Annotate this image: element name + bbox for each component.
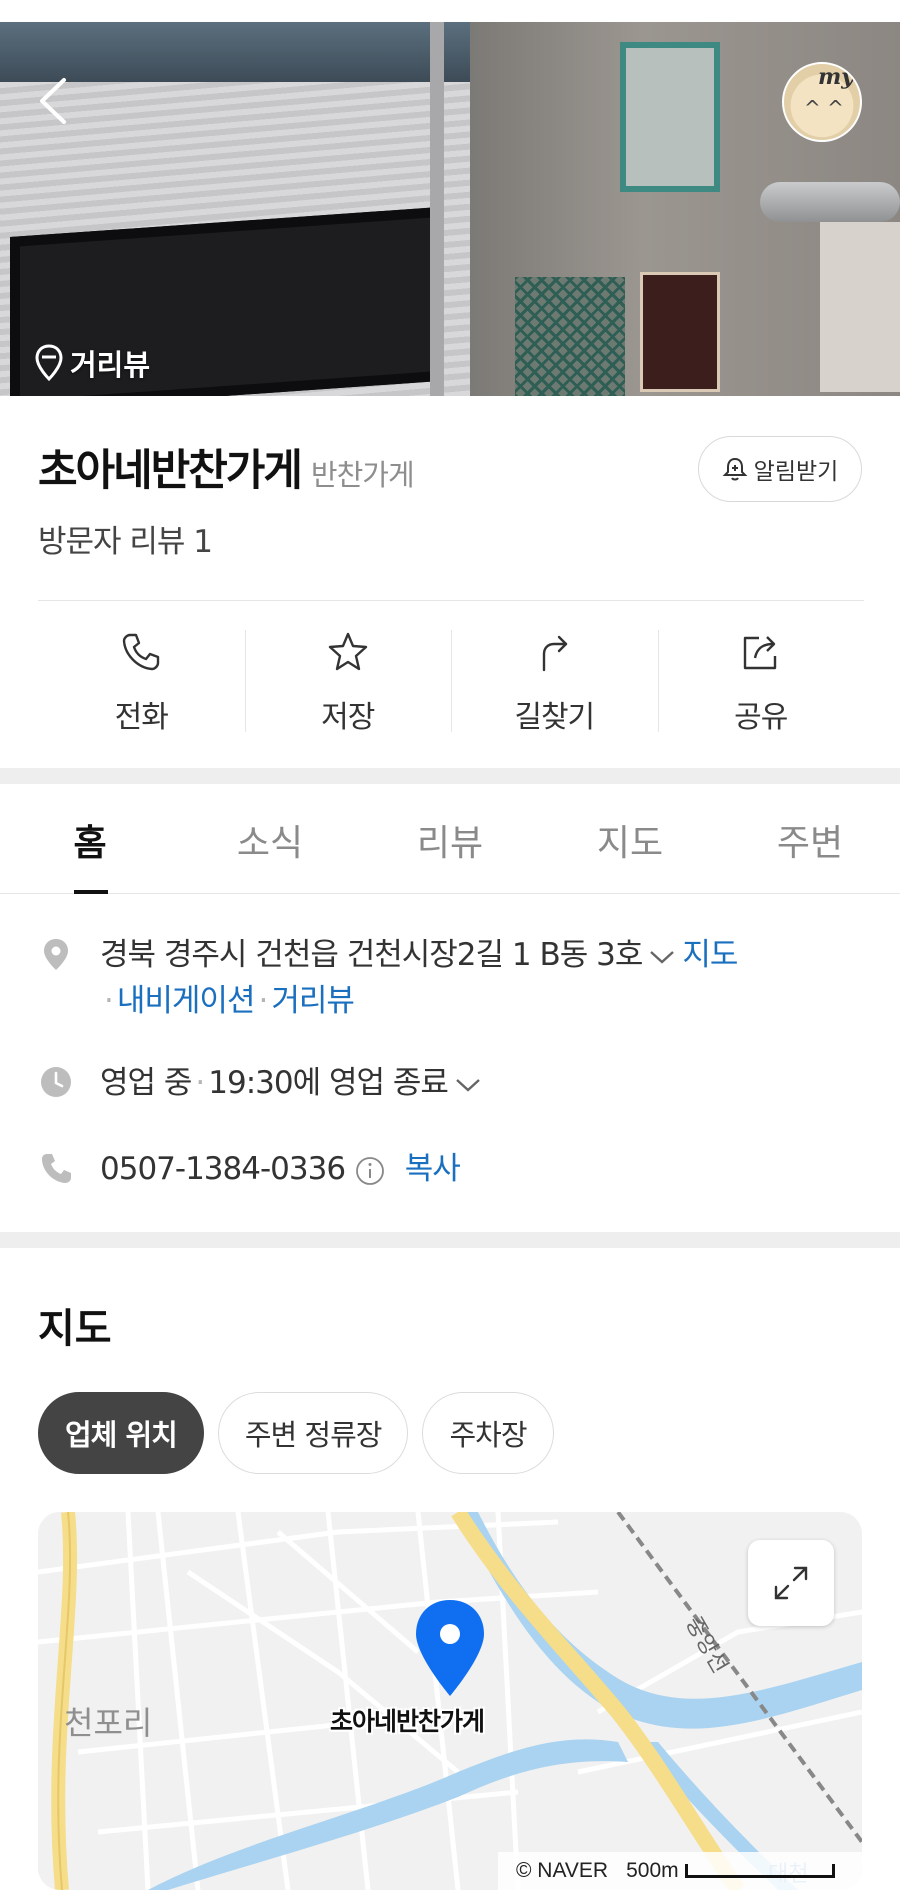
address-row: 경북 경주시 건천읍 건천시장2길 1 B동 3호 지도 · 내비게이션 · 거리뷰: [38, 932, 864, 1032]
save-button[interactable]: 저장: [244, 626, 452, 736]
phone-row: 0507-1384-0336 복사: [38, 1146, 864, 1196]
map-village-label: 천포리: [64, 1704, 153, 1742]
tab-bar: 홈 소식 리뷰 지도 주변: [0, 786, 900, 894]
directions-icon: [543, 635, 568, 672]
naver-credit: © NAVER: [516, 1859, 609, 1882]
directions-button[interactable]: 길찾기: [451, 626, 658, 736]
photo-window-frame: [620, 42, 720, 192]
alarm-label: 알림받기: [753, 459, 839, 485]
status-bar: [0, 0, 900, 22]
tab-home[interactable]: 홈: [0, 786, 180, 894]
back-button[interactable]: [34, 74, 74, 128]
clock-icon: [41, 1067, 71, 1097]
dot-separator: ·: [104, 983, 114, 1019]
tab-map[interactable]: 지도: [540, 786, 720, 893]
share-icon: [743, 636, 776, 670]
hours-status: 영업 중: [100, 1065, 192, 1101]
divider: [38, 600, 864, 601]
hero-photo[interactable]: my ^ ^ 거리뷰: [0, 22, 900, 396]
alarm-button[interactable]: 알림받기: [698, 436, 862, 502]
streetview-link[interactable]: 거리뷰: [271, 983, 355, 1019]
hours-detail: 19:30에 영업 종료: [208, 1065, 449, 1101]
map-view[interactable]: 천포리 중앙선 초아네반찬가게 대천 © NAVER 500m: [38, 1512, 862, 1890]
map-filter-chips: 업체 위치 주변 정류장 주차장: [38, 1392, 554, 1474]
map-pin-icon[interactable]: [412, 1598, 488, 1698]
dot-separator: ·: [195, 1065, 205, 1101]
directions-label: 길찾기: [514, 700, 595, 735]
dot-separator: ·: [258, 983, 268, 1019]
phone-number[interactable]: 0507-1384-0336: [100, 1151, 346, 1187]
photo-shop: [820, 222, 900, 392]
map-section-title: 지도: [38, 1306, 112, 1352]
section-separator: [0, 768, 900, 784]
address-map-link[interactable]: 지도: [682, 937, 738, 973]
streetview-button[interactable]: 거리뷰: [34, 342, 150, 384]
hours-row[interactable]: 영업 중 · 19:30에 영업 종료: [38, 1060, 864, 1110]
section-separator: [0, 1232, 900, 1248]
expand-icon: [774, 1566, 808, 1600]
bell-plus-icon: [722, 457, 748, 481]
visitor-review-count[interactable]: 방문자 리뷰 1: [38, 516, 213, 561]
place-name: 초아네반찬가게: [38, 446, 303, 496]
tab-reviews[interactable]: 리뷰: [360, 786, 540, 893]
photo-pipe: [760, 182, 900, 222]
my-avatar[interactable]: my ^ ^: [782, 62, 862, 142]
photo-pole: [430, 22, 444, 396]
avatar-face-icon: ^ ^: [804, 96, 844, 120]
pin-outline-icon: [35, 344, 63, 382]
map-pin-label: 초아네반찬가게: [330, 1707, 485, 1736]
navigation-link[interactable]: 내비게이션: [117, 983, 256, 1019]
info-icon[interactable]: [354, 1155, 386, 1187]
chevron-down-icon[interactable]: [454, 1076, 482, 1094]
star-icon: [328, 632, 367, 671]
tab-news[interactable]: 소식: [180, 786, 360, 893]
action-row: 전화 저장 길찾기 공유: [38, 626, 864, 736]
streetview-label: 거리뷰: [70, 348, 151, 382]
share-button[interactable]: 공유: [657, 626, 865, 736]
chip-business-location[interactable]: 업체 위치: [38, 1392, 204, 1474]
chip-parking[interactable]: 주차장: [422, 1392, 554, 1474]
chevron-left-icon: [40, 78, 66, 124]
map-scale: 500m: [626, 1859, 835, 1883]
phone-filled-icon: [42, 1154, 71, 1183]
photo-awning: [0, 22, 470, 82]
location-pin-icon: [44, 939, 68, 970]
tab-nearby[interactable]: 주변: [720, 786, 900, 893]
photo-sign: [640, 272, 720, 392]
chevron-down-icon[interactable]: [648, 948, 676, 966]
map-credit: © NAVER 500m: [498, 1852, 862, 1890]
place-category: 반찬가게: [310, 458, 415, 492]
map-expand-button[interactable]: [748, 1540, 834, 1626]
phone-icon: [123, 633, 160, 671]
call-button[interactable]: 전화: [38, 626, 245, 736]
chip-nearby-stops[interactable]: 주변 정류장: [217, 1392, 409, 1474]
scale-bar: [684, 1864, 835, 1878]
scale-label: 500m: [626, 1859, 679, 1882]
photo-fence: [515, 277, 625, 396]
copy-button[interactable]: 복사: [405, 1151, 461, 1187]
map-background: [38, 1512, 862, 1890]
call-label: 전화: [114, 700, 169, 735]
address-text: 경북 경주시 건천읍 건천시장2길 1 B동 3호: [100, 937, 643, 973]
share-label: 공유: [734, 700, 788, 735]
save-label: 저장: [321, 700, 375, 735]
avatar-badge: my: [817, 64, 854, 90]
